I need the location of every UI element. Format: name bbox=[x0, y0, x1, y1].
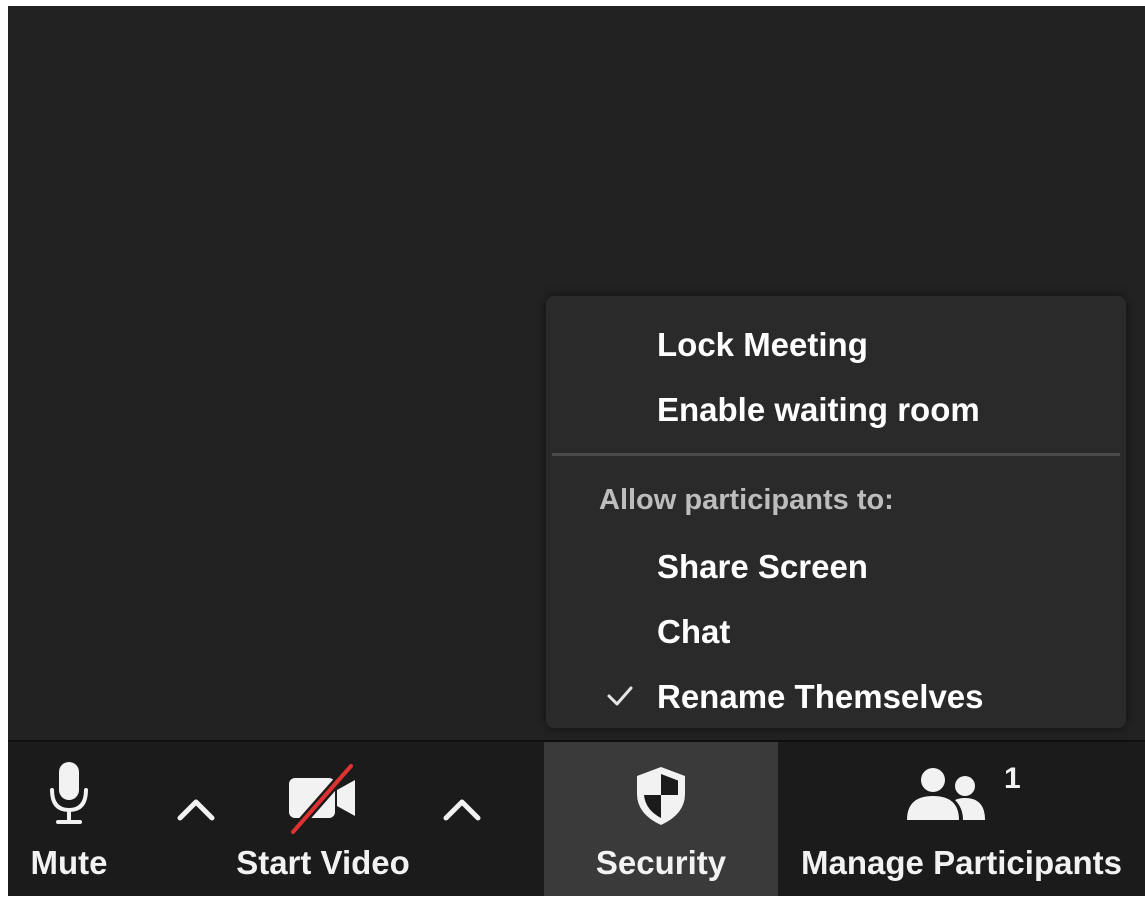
meeting-toolbar: Mute Start Video Security Manage Partici… bbox=[8, 740, 1145, 896]
menu-item-label: Lock Meeting bbox=[657, 326, 868, 363]
meeting-window: Lock Meeting Enable waiting room Allow p… bbox=[0, 0, 1145, 898]
start-video-button[interactable]: Start Video bbox=[218, 742, 428, 896]
mute-button[interactable]: Mute bbox=[8, 742, 130, 896]
chevron-up-icon bbox=[168, 799, 224, 842]
allow-participants-heading: Allow participants to: bbox=[599, 484, 894, 516]
mute-label: Mute bbox=[30, 844, 108, 881]
manage-participants-button[interactable]: Manage Participants bbox=[778, 742, 1145, 896]
menu-item-share-screen[interactable]: Share Screen bbox=[546, 537, 1126, 597]
video-off-icon bbox=[285, 761, 361, 844]
menu-item-chat[interactable]: Chat bbox=[546, 602, 1126, 662]
menu-item-label: Rename Themselves bbox=[657, 678, 984, 715]
menu-item-label: Enable waiting room bbox=[657, 391, 980, 428]
menu-item-enable-waiting-room[interactable]: Enable waiting room bbox=[546, 380, 1126, 440]
shield-icon bbox=[633, 764, 689, 836]
security-label: Security bbox=[595, 844, 727, 881]
video-options-caret[interactable] bbox=[434, 782, 490, 838]
participant-count-badge: 1 bbox=[1004, 762, 1021, 795]
menu-item-label: Share Screen bbox=[657, 548, 868, 585]
start-video-label: Start Video bbox=[236, 844, 410, 881]
chevron-up-icon bbox=[434, 799, 490, 842]
microphone-icon bbox=[47, 760, 91, 834]
participants-icon bbox=[905, 766, 989, 830]
audio-options-caret[interactable] bbox=[168, 782, 224, 838]
security-button[interactable]: Security bbox=[544, 742, 778, 896]
manage-participants-label: Manage Participants bbox=[801, 844, 1122, 881]
checkmark-icon bbox=[606, 678, 634, 716]
menu-item-label: Chat bbox=[657, 613, 731, 650]
menu-item-rename-themselves[interactable]: Rename Themselves bbox=[546, 667, 1126, 727]
menu-item-lock-meeting[interactable]: Lock Meeting bbox=[546, 315, 1126, 375]
menu-divider bbox=[552, 453, 1120, 456]
security-menu: Lock Meeting Enable waiting room Allow p… bbox=[546, 296, 1126, 728]
